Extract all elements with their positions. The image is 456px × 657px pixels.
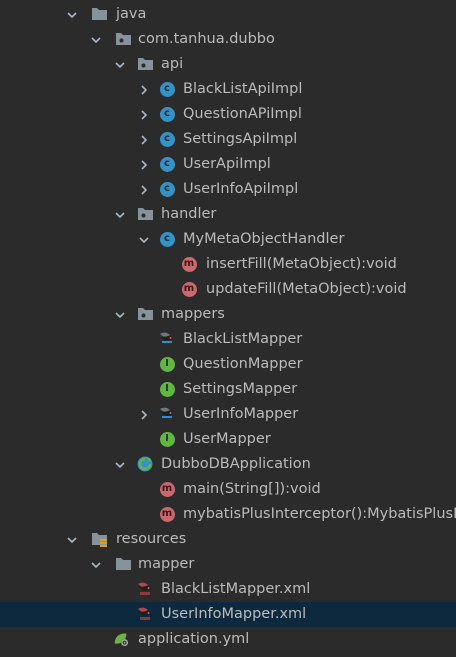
tree-node[interactable]: c UserApiImpl <box>0 152 456 177</box>
tree-node[interactable]: DubboDBApplication <box>0 452 456 477</box>
tree-node[interactable]: c BlackListApiImpl <box>0 77 456 102</box>
tree-node[interactable]: UserInfoMapper.xml <box>0 602 456 627</box>
tree-node-label: SettingsMapper <box>183 381 298 397</box>
chevron-down-icon[interactable] <box>112 452 128 477</box>
class-icon: c <box>158 230 176 248</box>
tree-node[interactable]: BlackListMapper.xml <box>0 577 456 602</box>
tree-node-label: updateFill(MetaObject):void <box>206 281 407 297</box>
tree-node[interactable]: api <box>0 52 456 77</box>
tree-node-label: handler <box>161 206 217 222</box>
tree-node-label: QuestionMapper <box>183 356 303 372</box>
tree-node[interactable]: I SettingsMapper <box>0 377 456 402</box>
chevron-down-icon[interactable] <box>64 2 80 27</box>
resources-folder-icon <box>90 530 108 548</box>
tree-node-label: java <box>116 6 147 22</box>
tree-node-label: MyMetaObjectHandler <box>183 231 345 247</box>
package-icon <box>136 305 154 323</box>
tree-node-label: BlackListApiImpl <box>183 81 303 97</box>
mybatis-interface-icon <box>158 330 176 348</box>
tree-node[interactable]: application.yml <box>0 627 456 652</box>
package-icon <box>114 30 132 48</box>
tree-node-label: SettingsApiImpl <box>183 131 298 147</box>
chevron-down-icon[interactable] <box>88 552 104 577</box>
tree-node[interactable]: c SettingsApiImpl <box>0 127 456 152</box>
class-icon: c <box>158 155 176 173</box>
tree-node-label: BlackListMapper.xml <box>161 581 311 597</box>
spring-yml-icon <box>112 630 130 648</box>
tree-node[interactable]: mappers <box>0 302 456 327</box>
mybatis-xml-icon <box>136 605 154 623</box>
interface-icon: I <box>158 430 176 448</box>
method-icon: m <box>158 480 176 498</box>
chevron-right-icon[interactable] <box>136 127 152 152</box>
tree-node[interactable]: m mybatisPlusInterceptor():MybatisPlusI <box>0 502 456 527</box>
interface-icon: I <box>158 380 176 398</box>
tree-node[interactable]: java <box>0 2 456 27</box>
chevron-right-icon[interactable] <box>136 402 152 427</box>
chevron-right-icon[interactable] <box>136 77 152 102</box>
chevron-down-icon[interactable] <box>136 227 152 252</box>
tree-node[interactable]: c UserInfoApiImpl <box>0 177 456 202</box>
tree-node[interactable]: BlackListMapper <box>0 327 456 352</box>
tree-node-label: resources <box>116 531 187 547</box>
tree-node-label: insertFill(MetaObject):void <box>206 256 397 272</box>
tree-node[interactable]: m main(String[]):void <box>0 477 456 502</box>
package-icon <box>136 205 154 223</box>
tree-node-label: mapper <box>138 556 195 572</box>
project-tree: java com.tanhua.dubbo api c BlackListApiImpl… <box>0 0 456 657</box>
folder-icon <box>114 555 132 573</box>
class-icon: c <box>158 80 176 98</box>
method-icon: m <box>158 505 176 523</box>
tree-node-label: BlackListMapper <box>183 331 303 347</box>
tree-node-label: UserInfoApiImpl <box>183 181 299 197</box>
interface-icon: I <box>158 355 176 373</box>
chevron-down-icon[interactable] <box>112 52 128 77</box>
tree-node-label: mybatisPlusInterceptor():MybatisPlusI <box>183 506 456 522</box>
tree-node-label: main(String[]):void <box>183 481 321 497</box>
tree-node[interactable]: UserInfoMapper <box>0 402 456 427</box>
method-icon: m <box>180 280 198 298</box>
tree-node-label: QuestionAPiImpl <box>183 106 302 122</box>
chevron-right-icon[interactable] <box>136 102 152 127</box>
method-icon: m <box>180 255 198 273</box>
tree-node[interactable]: handler <box>0 202 456 227</box>
chevron-right-icon[interactable] <box>136 152 152 177</box>
chevron-right-icon[interactable] <box>136 177 152 202</box>
tree-node-label: UserInfoMapper.xml <box>161 606 307 622</box>
class-icon: c <box>158 105 176 123</box>
folder-icon <box>90 5 108 23</box>
tree-node[interactable]: I UserMapper <box>0 427 456 452</box>
tree-node-label: com.tanhua.dubbo <box>138 31 275 47</box>
chevron-down-icon[interactable] <box>112 302 128 327</box>
chevron-down-icon[interactable] <box>112 202 128 227</box>
tree-node-label: api <box>161 56 184 72</box>
tree-node[interactable]: c MyMetaObjectHandler <box>0 227 456 252</box>
mybatis-xml-icon <box>136 580 154 598</box>
tree-node[interactable]: c QuestionAPiImpl <box>0 102 456 127</box>
class-icon: c <box>158 180 176 198</box>
mybatis-interface-icon <box>158 405 176 423</box>
tree-node-label: application.yml <box>138 631 250 647</box>
tree-node-label: UserInfoMapper <box>183 406 299 422</box>
chevron-down-icon[interactable] <box>88 27 104 52</box>
tree-node-label: UserMapper <box>183 431 271 447</box>
chevron-down-icon[interactable] <box>64 527 80 552</box>
tree-node-label: DubboDBApplication <box>161 456 311 472</box>
tree-node[interactable]: m updateFill(MetaObject):void <box>0 277 456 302</box>
tree-node-label: mappers <box>161 306 225 322</box>
spring-boot-class-icon <box>136 455 154 473</box>
tree-node-label: UserApiImpl <box>183 156 271 172</box>
tree-node[interactable]: com.tanhua.dubbo <box>0 27 456 52</box>
tree-node[interactable]: resources <box>0 527 456 552</box>
tree-node[interactable]: mapper <box>0 552 456 577</box>
tree-node[interactable]: I QuestionMapper <box>0 352 456 377</box>
class-icon: c <box>158 130 176 148</box>
package-icon <box>136 55 154 73</box>
tree-node[interactable]: m insertFill(MetaObject):void <box>0 252 456 277</box>
